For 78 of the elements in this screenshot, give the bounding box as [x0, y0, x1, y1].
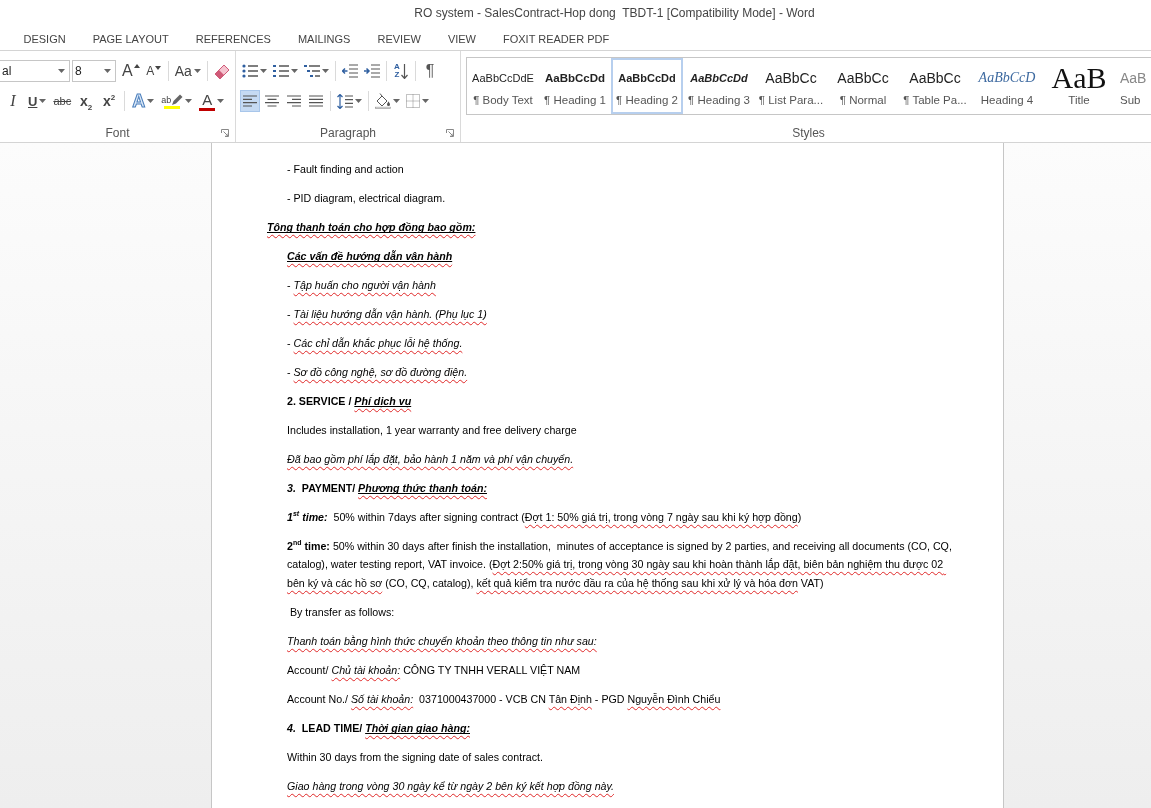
change-case-button[interactable]: Aa — [172, 60, 203, 82]
paragraph-text: 1$^{st}$ time: 50% within 7days after signing contract (Đợt 1: 50% giá trị, trong vòng 7 ngày sau khi ký hợp đồng) — [287, 509, 802, 525]
bullet-list-icon — [242, 64, 258, 78]
font-size-field[interactable]: 8 — [72, 60, 116, 82]
ribbon-tab[interactable]: VIEW — [445, 29, 478, 47]
paragraph-text: - Các chỉ dẫn khắc phục lỗi hệ thống. — [287, 336, 463, 351]
group-label: Font — [105, 126, 130, 140]
style-item[interactable]: AaB Title — [1043, 58, 1115, 114]
style-item[interactable]: AaBbCcDd ¶ Heading 1 — [539, 58, 611, 114]
paragraph-text: Within 30 days from the signing date of sales contract. — [287, 749, 543, 765]
borders-icon — [406, 94, 420, 108]
caret-icon — [104, 69, 111, 73]
align-right-icon — [287, 95, 301, 107]
font-name-field[interactable]: al — [0, 60, 70, 82]
style-item[interactable]: AaBbCc ¶ List Para... — [755, 58, 827, 114]
paragraph-text: - Sơ đồ công nghệ, sơ đồ đường điện. — [287, 365, 468, 380]
down-triangle-icon — [155, 66, 162, 70]
caret-icon — [58, 69, 65, 73]
paragraph-text: - Tài liệu hướng dẫn vận hành. (Phụ lục 1) — [287, 307, 487, 322]
style-item[interactable]: AaBbCcDd ¶ Heading 2 — [611, 58, 683, 114]
shading-button[interactable] — [373, 90, 402, 112]
paragraph-text: Tông thanh toán cho hợp đồng bao gồm: — [267, 220, 476, 235]
ribbon-tab[interactable]: DESIGN — [21, 29, 68, 47]
ribbon-tab[interactable]: MAILINGS — [295, 29, 353, 47]
superscript-button[interactable]: x$^{2}$ — [99, 90, 120, 112]
numbered-list-icon — [273, 64, 289, 78]
paragraph-text: Account No./ Số tài khoản: 0371000437000 - VCB CN Tân Định - PGD Nguyễn Đình Chiểu — [287, 691, 721, 707]
dialog-launcher-icon[interactable] — [221, 129, 229, 137]
group-label: Styles — [792, 126, 825, 140]
window-title: RO system - SalesContract-Hop dong TBDT-1 [Compatibility Mode] - Word — [414, 6, 815, 20]
style-item[interactable]: AaBbCc ¶ Table Pa... — [899, 58, 971, 114]
highlighter-pen-icon — [172, 93, 184, 105]
italic-button[interactable]: I — [3, 90, 23, 112]
paragraph-text: Account/ Chủ tài khoản: CÔNG TY TNHH VERALL VIỆT NAM — [287, 662, 581, 678]
sort-button[interactable]: A Z — [391, 60, 411, 82]
eraser-icon — [213, 63, 230, 79]
up-triangle-icon — [133, 64, 140, 68]
subscript-button[interactable]: x$_{2}$ — [76, 90, 97, 112]
multilevel-list-icon — [304, 64, 320, 78]
paragraph-text: Thanh toán bằng hình thức chuyển khoản theo thông tin như sau: — [287, 633, 597, 649]
group-label: Paragraph — [319, 126, 376, 140]
paragraph-text: - PID diagram, electrical diagram. — [287, 191, 446, 206]
ribbon-tab[interactable]: REVIEW — [375, 29, 423, 47]
ribbon-tab[interactable]: PAGE LAYOUT — [90, 29, 171, 47]
increase-indent-icon — [364, 64, 380, 78]
style-item[interactable]: AaBbCcDd ¶ Heading 3 — [683, 58, 755, 114]
paragraph-text: 2$^{nd}$ time: 50% within 30 days after finish the installation, minutes of acceptance is signed by 2 parties, and receiving all documents (CO, CQ, catalog), water testing report, VAT invoice. (Đợt 2:50% giá trị, trong vòng 30 ngày sau khi hoàn thành lắp đặt, biên bản nghiệm thu được 02 bên ký và các hồ sơ (CO, CQ, catalog), kết quả kiểm tra nước đầu ra của hệ thống sau khi xử lý và hóa đơn VAT) — [287, 538, 953, 591]
font-color-button[interactable]: A — [197, 90, 227, 112]
style-item[interactable]: AaB Sub — [1115, 58, 1151, 114]
paragraph-text: - Tập huấn cho người vận hành — [287, 278, 436, 293]
style-item[interactable]: AaBbCc ¶ Normal — [827, 58, 899, 114]
paragraph-text: 2. SERVICE / Phí dịch vụ — [287, 394, 412, 410]
down-arrow-icon — [400, 64, 408, 79]
highlight-button[interactable]: ab — [159, 90, 195, 112]
dialog-launcher-icon[interactable] — [446, 129, 454, 137]
ribbon-tab[interactable]: REFERENCES — [193, 29, 273, 47]
align-center-icon — [265, 95, 279, 107]
paint-bucket-icon — [375, 93, 391, 109]
decrease-indent-icon — [342, 64, 358, 78]
paragraph-text: Includes installation, 1 year warranty and free delivery charge — [287, 423, 577, 438]
underline-button[interactable]: U — [26, 90, 49, 112]
align-left-icon — [243, 95, 257, 107]
shrink-font-button[interactable]: A — [143, 60, 164, 82]
justify-icon — [309, 95, 323, 107]
style-item[interactable]: AaBbCcD Heading 4 — [971, 58, 1043, 114]
paragraph-text: Giao hàng trong vòng 30 ngày kể từ ngày 2 bên ký kết hợp đồng này. — [287, 778, 614, 794]
show-marks-button[interactable]: ¶ — [420, 60, 440, 82]
paragraph-text: Các vấn đề hướng dẫn vận hành — [287, 249, 453, 265]
grow-font-button[interactable]: A — [120, 60, 142, 82]
strikethrough-button[interactable]: abc — [51, 90, 74, 112]
line-spacing-icon — [337, 93, 353, 109]
paragraph-text: 3. PAYMENT/ Phương thức thanh toán: — [287, 481, 487, 496]
paragraph-text: - Fault finding and action — [287, 162, 404, 177]
paragraph-text: By transfer as follows: — [288, 604, 395, 620]
style-item[interactable]: AaBbCcDdE ¶ Body Text — [467, 58, 539, 114]
align-left-button[interactable] — [240, 90, 260, 112]
paragraph-text: Đã bao gồm phí lắp đặt, bảo hành 1 năm và phí vận chuyển. — [287, 452, 574, 467]
ribbon-tab[interactable]: FOXIT READER PDF — [501, 29, 612, 47]
